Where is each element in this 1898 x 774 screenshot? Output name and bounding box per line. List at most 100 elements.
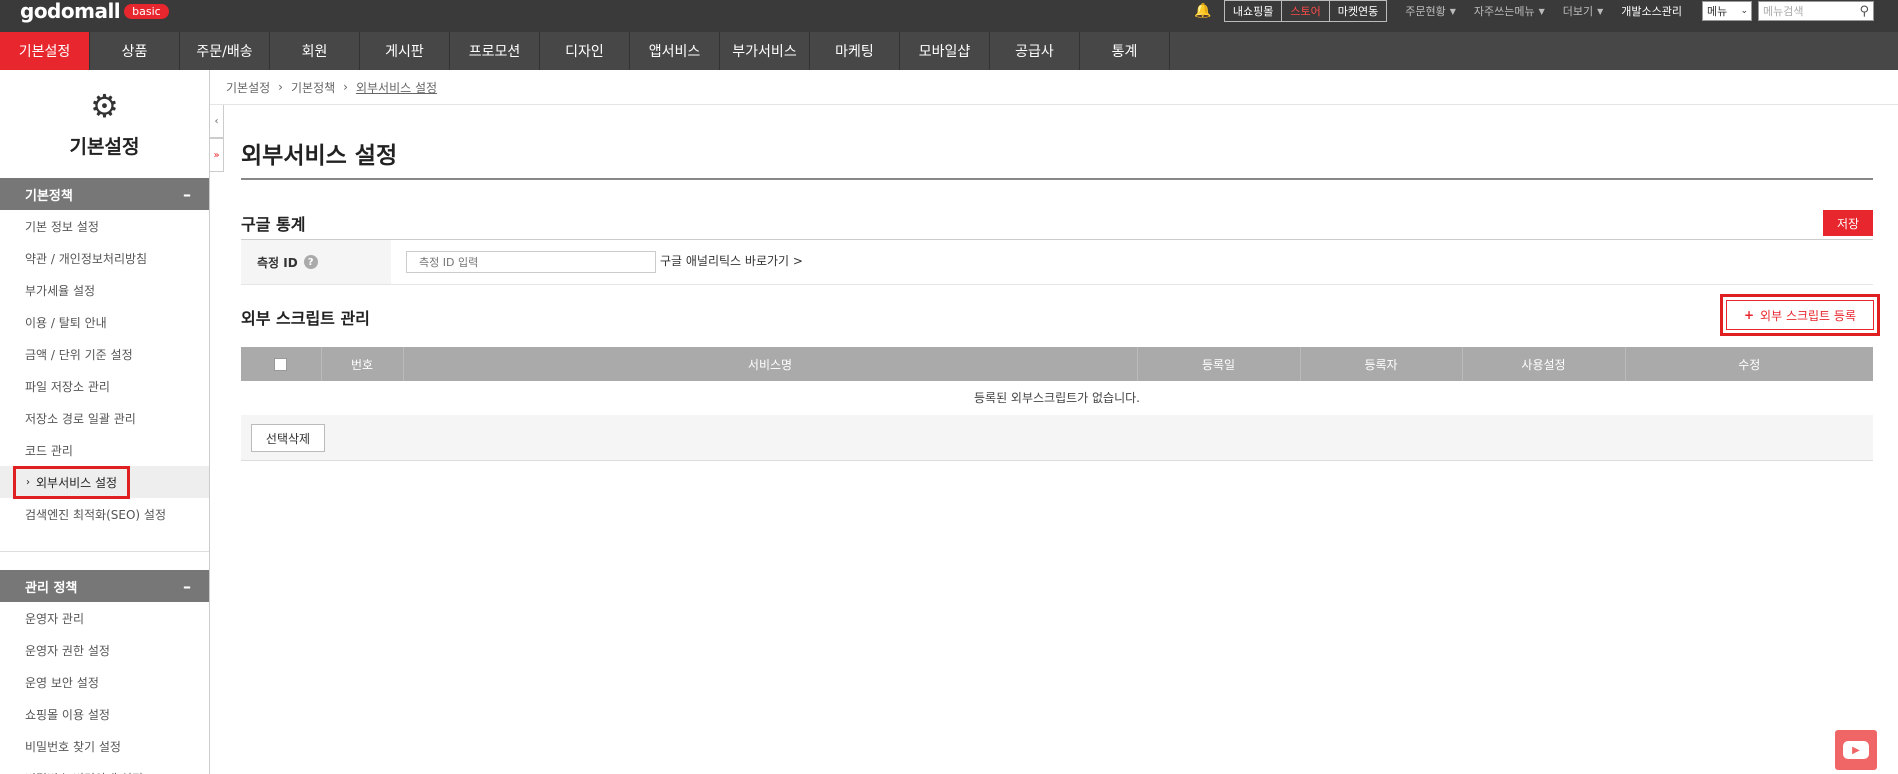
caret-down-icon: ▼ <box>1449 6 1456 16</box>
more-label: 더보기 <box>1562 5 1594 18</box>
nav-design[interactable]: 디자인 <box>540 32 630 70</box>
column-header: 서비스명 <box>403 347 1138 381</box>
column-header: 사용설정 <box>1462 347 1626 381</box>
favorite-menu-label: 자주쓰는메뉴 <box>1473 5 1535 18</box>
table-row: 등록된 외부스크립트가 없습니다. <box>241 381 1873 416</box>
divider <box>241 284 1873 285</box>
select-all-checkbox[interactable] <box>274 358 288 371</box>
caret-down-icon: ▼ <box>1538 6 1545 16</box>
sidebar-item-password-find[interactable]: 비밀번호 찾기 설정 <box>0 730 209 762</box>
measurement-id-input[interactable] <box>406 251 656 273</box>
table-header-row: 번호 서비스명 등록일 등록자 사용설정 수정 <box>241 347 1873 381</box>
nav-marketing[interactable]: 마케팅 <box>810 32 900 70</box>
collapse-sidebar-icon[interactable]: ‹ <box>210 104 224 138</box>
menu-search-placeholder: 메뉴검색 <box>1763 5 1804 18</box>
logo-badge: basic <box>124 3 169 19</box>
column-header: 수정 <box>1625 347 1873 381</box>
sidebar-item-file-storage[interactable]: 파일 저장소 관리 <box>0 370 209 402</box>
breadcrumb-item[interactable]: 기본정책 <box>291 79 335 96</box>
top-right-tools: 🔔 내쇼핑몰 스토어 마켓연동 주문현황 ▼ 자주쓰는메뉴 ▼ 더보기 ▼ 개발소스관… <box>1192 0 1874 22</box>
favorite-menu-link[interactable]: 자주쓰는메뉴 ▼ <box>1474 3 1545 19</box>
top-bar: godomall basic 🔔 내쇼핑몰 스토어 마켓연동 주문현황 ▼ 자주쓰… <box>0 0 1898 32</box>
sidebar-header: ⚙ 기본설정 <box>0 70 209 178</box>
sidebar-item-terms[interactable]: 약관 / 개인정보처리방침 <box>0 242 209 274</box>
plus-icon: + <box>1743 308 1755 322</box>
top-button-group: 내쇼핑몰 스토어 마켓연동 <box>1223 0 1388 22</box>
group-label: 기본정책 <box>25 188 73 204</box>
delete-selected-button[interactable]: 선택삭제 <box>251 424 325 452</box>
sidebar-item-currency[interactable]: 금액 / 단위 기준 설정 <box>0 338 209 370</box>
google-analytics-link[interactable]: 구글 애널리틱스 바로가기 > <box>660 252 803 269</box>
play-icon: ▶ <box>1843 741 1869 759</box>
search-icon[interactable]: ⚲ <box>1859 4 1869 19</box>
nav-app-service[interactable]: 앱서비스 <box>630 32 720 70</box>
divider <box>210 104 1898 105</box>
sidebar-group-basic-policy[interactable]: 기본정책 – <box>0 178 209 210</box>
sidebar-item-security[interactable]: 운영 보안 설정 <box>0 666 209 698</box>
sidebar-item-storage-path[interactable]: 저장소 경로 일괄 관리 <box>0 402 209 434</box>
caret-down-icon: ▼ <box>1597 6 1604 16</box>
my-shop-button[interactable]: 내쇼핑몰 <box>1225 1 1283 21</box>
section-title-scripts: 외부 스크립트 관리 <box>241 309 370 328</box>
sidebar-item-basic-info[interactable]: 기본 정보 설정 <box>0 210 209 242</box>
market-link-button[interactable]: 마켓연동 <box>1330 1 1386 21</box>
sidebar-item-seo[interactable]: 검색엔진 최적화(SEO) 설정 <box>0 498 209 530</box>
nav-promotion[interactable]: 프로모션 <box>450 32 540 70</box>
column-header: 등록자 <box>1300 347 1463 381</box>
breadcrumb-item[interactable]: 기본설정 <box>226 79 270 96</box>
nav-supplier[interactable]: 공급사 <box>990 32 1080 70</box>
sidebar-item-admin[interactable]: 운영자 관리 <box>0 602 209 634</box>
sidebar-item-label: 외부서비스 설정 <box>36 475 118 490</box>
bell-icon[interactable]: 🔔 <box>1192 0 1214 22</box>
dev-source-link[interactable]: 개발소스관리 <box>1621 3 1682 19</box>
sidebar-item-shop-usage[interactable]: 쇼핑몰 이용 설정 <box>0 698 209 730</box>
collapse-icon[interactable]: – <box>183 577 191 596</box>
divider <box>0 530 209 552</box>
sidebar-item-vat[interactable]: 부가세율 설정 <box>0 274 209 306</box>
divider <box>241 178 1873 180</box>
group-label: 관리 정책 <box>25 580 78 596</box>
nav-basic-settings[interactable]: 기본설정 <box>0 32 90 70</box>
sidebar-item-code[interactable]: 코드 관리 <box>0 434 209 466</box>
menu-search-input[interactable]: 메뉴검색 ⚲ <box>1758 1 1874 21</box>
help-icon[interactable]: ? <box>303 255 318 269</box>
collapse-icon[interactable]: – <box>183 185 191 204</box>
scroll-top-icon[interactable]: » <box>210 138 224 172</box>
nav-products[interactable]: 상품 <box>90 32 180 70</box>
column-header: 번호 <box>321 347 404 381</box>
section-title-google: 구글 통계 <box>241 215 306 234</box>
sidebar-group-admin-policy[interactable]: 관리 정책 – <box>0 570 209 602</box>
breadcrumb-current[interactable]: 외부서비스 설정 <box>356 79 437 96</box>
chevron-right-icon: › <box>343 80 348 94</box>
nav-mobile-shop[interactable]: 모바일샵 <box>900 32 990 70</box>
more-link[interactable]: 더보기 ▼ <box>1563 3 1604 19</box>
sidebar-item-admin-permission[interactable]: 운영자 권한 설정 <box>0 634 209 666</box>
select-all-cell <box>241 347 322 381</box>
nav-orders[interactable]: 주문/배송 <box>180 32 270 70</box>
script-table: 번호 서비스명 등록일 등록자 사용설정 수정 등록된 외부스크립트가 없습니다… <box>241 347 1873 416</box>
nav-addon-service[interactable]: 부가서비스 <box>720 32 810 70</box>
sidebar-item-external-service[interactable]: › 외부서비스 설정 <box>0 465 209 499</box>
logo-text: godomall <box>20 0 121 23</box>
page-title: 외부서비스 설정 <box>241 143 398 169</box>
store-button[interactable]: 스토어 <box>1282 1 1330 21</box>
chevron-right-icon: › <box>26 476 30 488</box>
label-text: 측정 ID <box>257 255 298 270</box>
sidebar-item-password-change[interactable]: 비밀번호 변경안내 설정 <box>0 762 209 774</box>
breadcrumb: 기본설정 › 기본정책 › 외부서비스 설정 <box>226 70 437 104</box>
table-footer: 선택삭제 <box>241 415 1873 461</box>
empty-message: 등록된 외부스크립트가 없습니다. <box>241 381 1873 416</box>
nav-members[interactable]: 회원 <box>270 32 360 70</box>
order-status-link[interactable]: 주문현황 ▼ <box>1405 3 1456 19</box>
divider <box>241 239 1873 240</box>
nav-statistics[interactable]: 통계 <box>1080 32 1170 70</box>
main-nav: 기본설정 상품 주문/배송 회원 게시판 프로모션 디자인 앱서비스 부가서비스… <box>0 32 1898 70</box>
sidebar-item-join-leave[interactable]: 이용 / 탈퇴 안내 <box>0 306 209 338</box>
menu-select[interactable]: 메뉴 ⌄ <box>1702 1 1752 21</box>
youtube-icon[interactable]: ▶ <box>1835 730 1877 770</box>
save-button[interactable]: 저장 <box>1823 210 1873 236</box>
nav-board[interactable]: 게시판 <box>360 32 450 70</box>
add-script-button[interactable]: + 외부 스크립트 등록 <box>1726 300 1874 330</box>
chevron-right-icon: › <box>278 80 283 94</box>
logo[interactable]: godomall basic <box>20 0 169 23</box>
